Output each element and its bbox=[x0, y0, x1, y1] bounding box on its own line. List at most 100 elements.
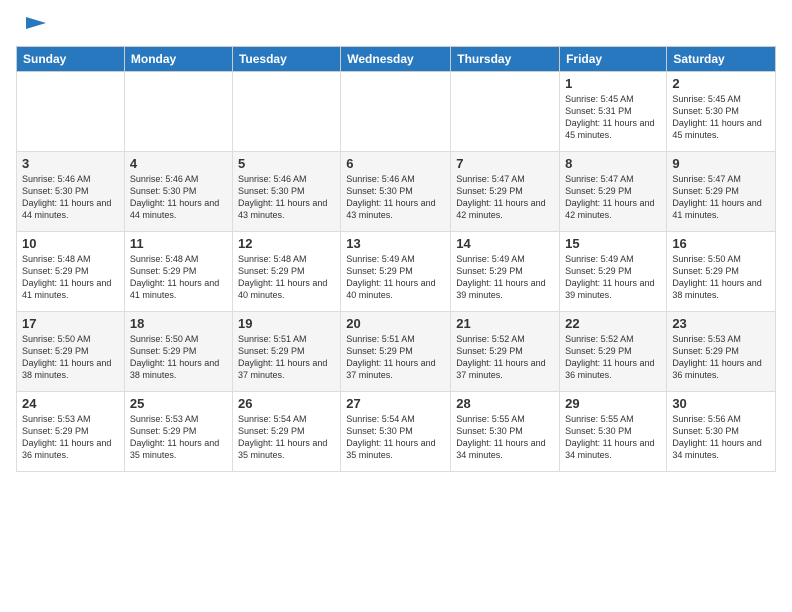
day-info: Sunrise: 5:47 AM Sunset: 5:29 PM Dayligh… bbox=[672, 173, 770, 222]
day-number: 4 bbox=[130, 156, 227, 171]
calendar-week-row: 10 Sunrise: 5:48 AM Sunset: 5:29 PM Dayli… bbox=[17, 232, 776, 312]
day-number: 19 bbox=[238, 316, 335, 331]
logo-arrow-icon bbox=[18, 9, 46, 37]
calendar-cell: 26 Sunrise: 5:54 AM Sunset: 5:29 PM Dayli… bbox=[232, 392, 340, 472]
day-number: 25 bbox=[130, 396, 227, 411]
calendar-cell bbox=[341, 72, 451, 152]
calendar-cell: 4 Sunrise: 5:46 AM Sunset: 5:30 PM Daylig… bbox=[124, 152, 232, 232]
day-number: 30 bbox=[672, 396, 770, 411]
calendar-cell: 2Sunrise: 5:45 AM Sunset: 5:30 PM Daylig… bbox=[667, 72, 776, 152]
calendar-cell: 11Sunrise: 5:48 AM Sunset: 5:29 PM Dayli… bbox=[124, 232, 232, 312]
day-number: 5 bbox=[238, 156, 335, 171]
day-info: Sunrise: 5:49 AM Sunset: 5:29 PM Dayligh… bbox=[456, 253, 554, 302]
header-wednesday: Wednesday bbox=[341, 47, 451, 72]
calendar-cell: 15 Sunrise: 5:49 AM Sunset: 5:29 PM Dayli… bbox=[560, 232, 667, 312]
day-number: 15 bbox=[565, 236, 661, 251]
day-number: 2 bbox=[672, 76, 770, 91]
calendar-cell: 22 Sunrise: 5:52 AM Sunset: 5:29 PM Dayli… bbox=[560, 312, 667, 392]
day-info: Sunrise: 5:46 AM Sunset: 5:30 PM Dayligh… bbox=[346, 173, 445, 222]
day-info: Sunrise: 5:45 AM Sunset: 5:31 PM Dayligh… bbox=[565, 93, 661, 142]
header-thursday: Thursday bbox=[451, 47, 560, 72]
header-saturday: Saturday bbox=[667, 47, 776, 72]
day-number: 9 bbox=[672, 156, 770, 171]
calendar-cell: 5 Sunrise: 5:46 AM Sunset: 5:30 PM Daylig… bbox=[232, 152, 340, 232]
calendar-cell: 17 Sunrise: 5:50 AM Sunset: 5:29 PM Dayli… bbox=[17, 312, 125, 392]
header-sunday: Sunday bbox=[17, 47, 125, 72]
day-number: 14 bbox=[456, 236, 554, 251]
calendar-cell: 19 Sunrise: 5:51 AM Sunset: 5:29 PM Dayli… bbox=[232, 312, 340, 392]
day-number: 17 bbox=[22, 316, 119, 331]
calendar-week-row: 3Sunrise: 5:46 AM Sunset: 5:30 PM Daylig… bbox=[17, 152, 776, 232]
day-info: Sunrise: 5:46 AM Sunset: 5:30 PM Dayligh… bbox=[238, 173, 335, 222]
day-number: 22 bbox=[565, 316, 661, 331]
calendar-cell: 6 Sunrise: 5:46 AM Sunset: 5:30 PM Daylig… bbox=[341, 152, 451, 232]
day-info: Sunrise: 5:53 AM Sunset: 5:29 PM Dayligh… bbox=[130, 413, 227, 462]
day-info: Sunrise: 5:49 AM Sunset: 5:29 PM Dayligh… bbox=[565, 253, 661, 302]
day-info: Sunrise: 5:48 AM Sunset: 5:29 PM Dayligh… bbox=[130, 253, 227, 302]
calendar-cell: 30 Sunrise: 5:56 AM Sunset: 5:30 PM Dayli… bbox=[667, 392, 776, 472]
calendar-cell: 18Sunrise: 5:50 AM Sunset: 5:29 PM Dayli… bbox=[124, 312, 232, 392]
calendar-week-row: 24 Sunrise: 5:53 AM Sunset: 5:29 PM Dayli… bbox=[17, 392, 776, 472]
calendar-cell: 7 Sunrise: 5:47 AM Sunset: 5:29 PM Daylig… bbox=[451, 152, 560, 232]
calendar-cell bbox=[232, 72, 340, 152]
day-info: Sunrise: 5:50 AM Sunset: 5:29 PM Dayligh… bbox=[22, 333, 119, 382]
calendar-cell bbox=[17, 72, 125, 152]
day-info: Sunrise: 5:51 AM Sunset: 5:29 PM Dayligh… bbox=[346, 333, 445, 382]
logo bbox=[16, 16, 46, 38]
day-number: 29 bbox=[565, 396, 661, 411]
day-info: Sunrise: 5:46 AM Sunset: 5:30 PM Dayligh… bbox=[130, 173, 227, 222]
page-header bbox=[16, 16, 776, 38]
calendar-cell: 14 Sunrise: 5:49 AM Sunset: 5:29 PM Dayli… bbox=[451, 232, 560, 312]
day-info: Sunrise: 5:46 AM Sunset: 5:30 PM Dayligh… bbox=[22, 173, 119, 222]
day-info: Sunrise: 5:50 AM Sunset: 5:29 PM Dayligh… bbox=[130, 333, 227, 382]
calendar-cell: 21 Sunrise: 5:52 AM Sunset: 5:29 PM Dayli… bbox=[451, 312, 560, 392]
calendar-table: SundayMondayTuesdayWednesdayThursdayFrid… bbox=[16, 46, 776, 472]
calendar-cell: 3Sunrise: 5:46 AM Sunset: 5:30 PM Daylig… bbox=[17, 152, 125, 232]
calendar-week-row: 1 Sunrise: 5:45 AM Sunset: 5:31 PM Daylig… bbox=[17, 72, 776, 152]
day-number: 7 bbox=[456, 156, 554, 171]
calendar-cell: 20 Sunrise: 5:51 AM Sunset: 5:29 PM Dayli… bbox=[341, 312, 451, 392]
day-number: 10 bbox=[22, 236, 119, 251]
day-number: 12 bbox=[238, 236, 335, 251]
day-number: 28 bbox=[456, 396, 554, 411]
calendar-cell bbox=[451, 72, 560, 152]
day-number: 16 bbox=[672, 236, 770, 251]
calendar-cell: 24Sunrise: 5:53 AM Sunset: 5:29 PM Dayli… bbox=[17, 392, 125, 472]
calendar-cell: 13Sunrise: 5:49 AM Sunset: 5:29 PM Dayli… bbox=[341, 232, 451, 312]
calendar-cell: 29 Sunrise: 5:55 AM Sunset: 5:30 PM Dayli… bbox=[560, 392, 667, 472]
day-number: 24 bbox=[22, 396, 119, 411]
day-info: Sunrise: 5:48 AM Sunset: 5:29 PM Dayligh… bbox=[22, 253, 119, 302]
day-info: Sunrise: 5:53 AM Sunset: 5:29 PM Dayligh… bbox=[672, 333, 770, 382]
header-friday: Friday bbox=[560, 47, 667, 72]
day-number: 23 bbox=[672, 316, 770, 331]
header-tuesday: Tuesday bbox=[232, 47, 340, 72]
day-info: Sunrise: 5:47 AM Sunset: 5:29 PM Dayligh… bbox=[565, 173, 661, 222]
day-info: Sunrise: 5:51 AM Sunset: 5:29 PM Dayligh… bbox=[238, 333, 335, 382]
calendar-cell: 25 Sunrise: 5:53 AM Sunset: 5:29 PM Dayli… bbox=[124, 392, 232, 472]
day-info: Sunrise: 5:52 AM Sunset: 5:29 PM Dayligh… bbox=[456, 333, 554, 382]
day-info: Sunrise: 5:55 AM Sunset: 5:30 PM Dayligh… bbox=[565, 413, 661, 462]
day-number: 21 bbox=[456, 316, 554, 331]
day-number: 1 bbox=[565, 76, 661, 91]
day-info: Sunrise: 5:56 AM Sunset: 5:30 PM Dayligh… bbox=[672, 413, 770, 462]
day-info: Sunrise: 5:47 AM Sunset: 5:29 PM Dayligh… bbox=[456, 173, 554, 222]
day-info: Sunrise: 5:52 AM Sunset: 5:29 PM Dayligh… bbox=[565, 333, 661, 382]
day-info: Sunrise: 5:50 AM Sunset: 5:29 PM Dayligh… bbox=[672, 253, 770, 302]
day-info: Sunrise: 5:54 AM Sunset: 5:30 PM Dayligh… bbox=[346, 413, 445, 462]
day-info: Sunrise: 5:48 AM Sunset: 5:29 PM Dayligh… bbox=[238, 253, 335, 302]
calendar-cell: 28Sunrise: 5:55 AM Sunset: 5:30 PM Dayli… bbox=[451, 392, 560, 472]
calendar-cell bbox=[124, 72, 232, 152]
calendar-cell: 12 Sunrise: 5:48 AM Sunset: 5:29 PM Dayli… bbox=[232, 232, 340, 312]
day-number: 27 bbox=[346, 396, 445, 411]
day-info: Sunrise: 5:49 AM Sunset: 5:29 PM Dayligh… bbox=[346, 253, 445, 302]
day-number: 20 bbox=[346, 316, 445, 331]
day-info: Sunrise: 5:54 AM Sunset: 5:29 PM Dayligh… bbox=[238, 413, 335, 462]
header-monday: Monday bbox=[124, 47, 232, 72]
calendar-cell: 1 Sunrise: 5:45 AM Sunset: 5:31 PM Daylig… bbox=[560, 72, 667, 152]
calendar-week-row: 17 Sunrise: 5:50 AM Sunset: 5:29 PM Dayli… bbox=[17, 312, 776, 392]
calendar-cell: 9 Sunrise: 5:47 AM Sunset: 5:29 PM Daylig… bbox=[667, 152, 776, 232]
calendar-cell: 27 Sunrise: 5:54 AM Sunset: 5:30 PM Dayli… bbox=[341, 392, 451, 472]
calendar-cell: 23 Sunrise: 5:53 AM Sunset: 5:29 PM Dayli… bbox=[667, 312, 776, 392]
day-number: 26 bbox=[238, 396, 335, 411]
day-number: 6 bbox=[346, 156, 445, 171]
